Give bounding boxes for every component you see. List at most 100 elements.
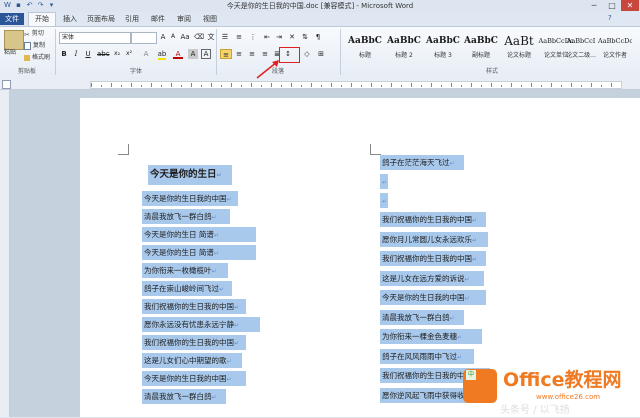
increase-indent-icon[interactable]: ⇥ (274, 32, 284, 42)
text-line[interactable]: 清晨我放飞一群白鸽↵ (142, 209, 230, 224)
sort-icon[interactable]: ⇅ (300, 32, 310, 42)
strikethrough-icon[interactable]: abc (97, 49, 110, 59)
borders-icon[interactable]: ⊞ (316, 49, 326, 59)
grow-font-icon[interactable]: A (158, 32, 168, 42)
numbering-icon[interactable]: ≡ (234, 32, 244, 42)
char-shading-icon[interactable]: A (188, 49, 198, 59)
font-size-select[interactable] (131, 32, 157, 44)
clear-format-icon[interactable]: ⌫ (194, 32, 204, 42)
ruler-tick (431, 83, 432, 87)
format-painter-button[interactable]: 格式刷 (24, 53, 50, 63)
bold-button[interactable]: B (59, 49, 69, 59)
ruler-tick (601, 85, 602, 87)
style-paper-author[interactable]: AaBbCcDc 论文作者 (598, 29, 632, 65)
style-sample: AaBbC (387, 36, 421, 46)
underline-button[interactable]: U (83, 49, 93, 59)
line-text: 我们祝福你的生日我的中国 (382, 254, 472, 263)
bullets-icon[interactable]: ☰ (220, 32, 230, 42)
text-line[interactable]: ↵ (380, 174, 388, 189)
style-name: 标题 2 (395, 52, 413, 59)
tab-mailings[interactable]: 邮件 (146, 13, 170, 25)
cut-button[interactable]: ✂ 剪切 (24, 29, 44, 39)
text-line[interactable]: 清晨我放飞一群白鸽↵ (142, 389, 226, 404)
ruler-tick (261, 85, 262, 87)
align-left-icon[interactable]: ≡ (220, 49, 232, 59)
align-center-icon[interactable]: ≡ (234, 49, 244, 59)
tab-references[interactable]: 引用 (120, 13, 144, 25)
multilevel-list-icon[interactable]: ⋮ (248, 32, 258, 42)
tab-insert[interactable]: 插入 (58, 13, 82, 25)
style-sample: AaBbCcI (566, 37, 596, 45)
text-line[interactable]: 为你衔来一棵金色麦穗↵ (380, 329, 482, 344)
style-sample: AaBbC (426, 36, 460, 46)
char-border-icon[interactable]: A (201, 49, 211, 59)
ruler-tick (101, 85, 102, 87)
text-effects-icon[interactable]: A (141, 49, 151, 59)
ruler-tick (291, 83, 292, 87)
style-heading-3[interactable]: AaBbC 标题 3 (424, 29, 462, 65)
text-line[interactable]: 愿你永远没有忧患永远宁静↵ (142, 317, 260, 332)
style-title[interactable]: AaBbC 标题 (346, 29, 384, 65)
line-text: 为你衔来一枚橄榄叶 (144, 266, 212, 275)
ruler-tick (141, 85, 142, 87)
change-case-icon[interactable]: Aa (180, 32, 190, 42)
paragraph-mark-icon: ↵ (382, 198, 388, 205)
paste-button[interactable]: 粘贴 (4, 48, 16, 58)
shading-icon[interactable]: ◇ (302, 49, 312, 59)
text-line[interactable]: 为你衔来一枚橄榄叶↵ (142, 263, 228, 278)
highlight-icon[interactable]: ab (157, 49, 167, 60)
text-line[interactable]: 鸽子在崇山峻岭间飞过↵ (142, 281, 232, 296)
chinese-layout-icon[interactable]: ✕ (287, 32, 297, 42)
tab-review[interactable]: 审阅 (172, 13, 196, 25)
close-button[interactable]: ✕ (621, 0, 639, 11)
maximize-button[interactable]: □ (603, 0, 621, 11)
italic-button[interactable]: I (71, 49, 81, 59)
vertical-ruler[interactable] (0, 90, 10, 417)
paste-icon[interactable] (4, 30, 24, 50)
help-icon[interactable]: ? (608, 14, 612, 22)
phonetic-guide-icon[interactable]: 文 (206, 32, 216, 42)
style-paper-level2[interactable]: AaBbCcI 论文二级... (565, 29, 597, 65)
style-heading-2[interactable]: AaBbC 标题 2 (385, 29, 423, 65)
text-column-left[interactable]: 今天是你的生日↵ 今天是你的生日我的中国↵ 清晨我放飞一群白鸽↵ 今天是你的生日 简谱… (142, 165, 260, 407)
font-color-button[interactable]: A (173, 49, 183, 59)
text-line[interactable]: 今天是你的生日我的中国↵ (142, 371, 246, 386)
line-text: 愿你永远没有忧患永远宁静 (144, 320, 234, 329)
ruler-tick (121, 85, 122, 87)
tab-page-layout[interactable]: 页面布局 (84, 13, 118, 25)
text-line[interactable]: 清晨我放飞一群白鸽↵ (380, 309, 464, 325)
style-paper-title[interactable]: AaBt 论文标题 (500, 29, 538, 65)
text-line[interactable]: 鸽子在茫茫海天飞过↵ (380, 155, 464, 170)
superscript-icon[interactable]: x² (124, 49, 134, 59)
text-line[interactable]: ↵ (380, 193, 388, 208)
text-line[interactable]: 这是儿女们心中期望的歌↵ (142, 353, 242, 368)
text-line[interactable]: 这是儿女在远方爱的诉说↵ (380, 270, 484, 286)
copy-button[interactable]: 复制 (24, 41, 45, 51)
text-line[interactable]: 今天是你的生日我的中国↵ (142, 191, 238, 206)
show-marks-icon[interactable]: ¶ (313, 32, 323, 42)
ruler-tick (501, 85, 502, 87)
text-line[interactable]: 愿你月儿常圆儿女永远欢乐↵ (380, 231, 488, 247)
tab-home[interactable]: 开始 (28, 12, 56, 26)
font-name-select[interactable]: 宋体 (59, 32, 131, 44)
minimize-button[interactable]: ─ (585, 0, 603, 11)
document-heading[interactable]: 今天是你的生日↵ (148, 165, 232, 185)
text-line[interactable]: 今天是你的生日 简谱↵ (142, 227, 256, 242)
text-line[interactable]: 今天是你的生日 简谱↵ (142, 245, 256, 260)
text-line[interactable]: 我们祝福你的生日我的中国↵ (380, 212, 486, 227)
paragraph-mark-icon: ↵ (226, 376, 232, 383)
subscript-icon[interactable]: x₂ (112, 49, 122, 59)
text-line[interactable]: 我们祝福你的生日我的中国↵ (380, 251, 486, 266)
text-line[interactable]: 今天是你的生日我的中国↵ (380, 290, 486, 305)
style-subtitle[interactable]: AaBbC 副标题 (462, 29, 500, 65)
text-line[interactable]: 我们祝福你的生日我的中国↵ (142, 335, 246, 350)
tab-view[interactable]: 视图 (198, 13, 222, 25)
style-name: 副标题 (471, 52, 490, 59)
paragraph-mark-icon: ↵ (464, 295, 470, 302)
tab-file[interactable]: 文件 (0, 13, 24, 25)
shrink-font-icon[interactable]: A (168, 32, 178, 42)
decrease-indent-icon[interactable]: ⇤ (262, 32, 272, 42)
tab-selector-icon[interactable] (2, 80, 11, 89)
text-line[interactable]: 鸽子在风风雨雨中飞过↵ (380, 348, 474, 364)
text-line[interactable]: 我们祝福你的生日我的中国↵ (142, 299, 246, 314)
